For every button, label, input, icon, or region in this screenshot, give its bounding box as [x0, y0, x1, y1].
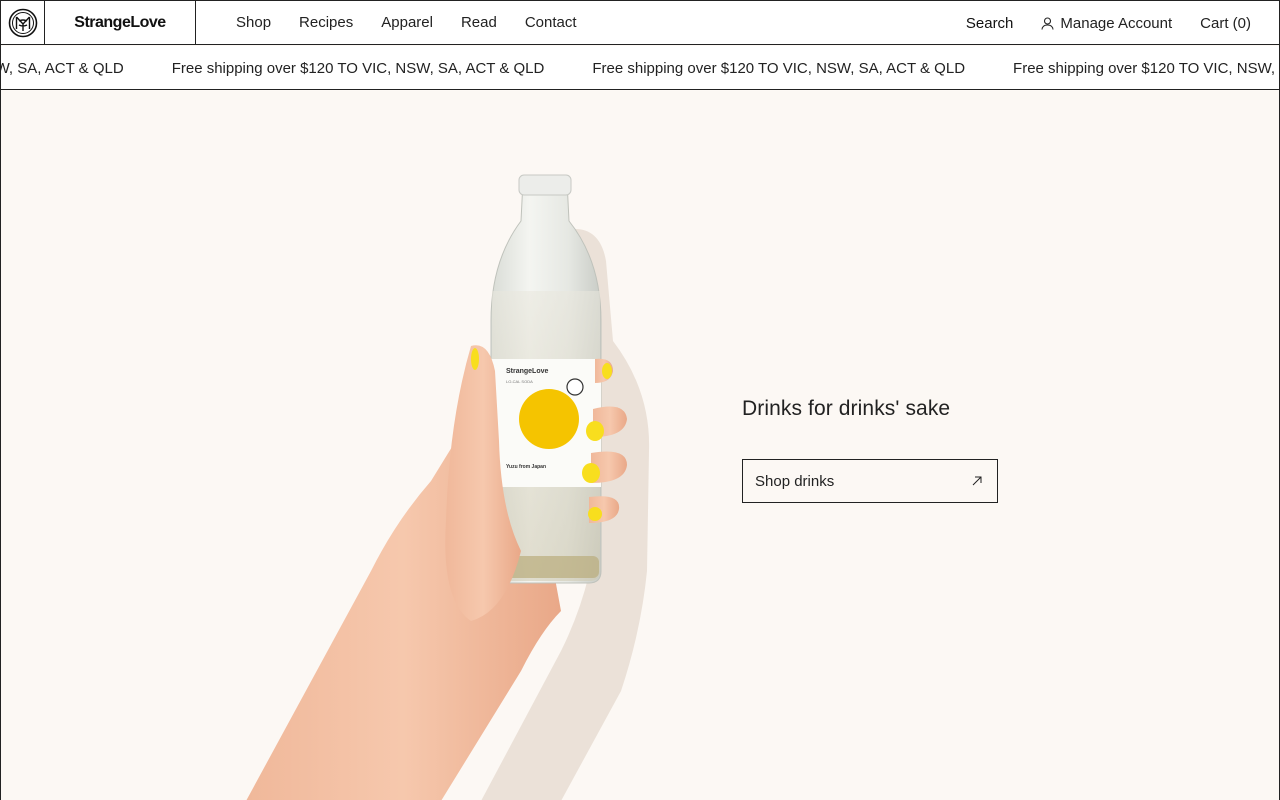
site-header: StrangeLove Shop Recipes Apparel Read Co…	[1, 1, 1279, 45]
user-icon	[1041, 16, 1054, 30]
search-link[interactable]: Search	[966, 15, 1014, 32]
page: StrangeLove Shop Recipes Apparel Read Co…	[0, 0, 1280, 800]
announcement-item: Free shipping over $120 TO VIC, NSW, SA,…	[1013, 59, 1279, 77]
bottle-label-flavour: Yuzu from Japan	[506, 464, 546, 470]
nav-item-shop[interactable]: Shop	[236, 14, 271, 31]
brand-wordmark[interactable]: StrangeLove	[45, 1, 196, 45]
sl-monogram-icon	[8, 8, 37, 37]
announcement-item: Free shipping over $120 TO VIC, NSW, SA,…	[171, 59, 545, 77]
bottle-label-brand: StrangeLove	[506, 368, 549, 375]
announcement-track: Free shipping over $120 TO VIC, NSW, SA,…	[1, 46, 1279, 89]
main-nav: Shop Recipes Apparel Read Contact	[236, 14, 577, 31]
manage-account-link[interactable]: Manage Account	[1041, 15, 1172, 32]
manage-account-label: Manage Account	[1060, 14, 1173, 32]
hero-image: StrangeLove LO-CAL SODA Yuzu from Japan	[246, 174, 650, 800]
cart-link[interactable]: Cart (0)	[1200, 15, 1251, 32]
hero-section: StrangeLove LO-CAL SODA Yuzu from Japan …	[1, 91, 1279, 800]
bottle-label-type: LO-CAL SODA	[506, 379, 533, 384]
shop-drinks-button[interactable]: Shop drinks	[742, 459, 998, 503]
announcement-item: Free shipping over $120 TO VIC, NSW, SA,…	[592, 59, 966, 77]
hero-copy: Drinks for drinks' sake Shop drinks	[742, 397, 998, 503]
nav-item-apparel[interactable]: Apparel	[381, 14, 433, 31]
announcement-item: Free shipping over $120 TO VIC, NSW, SA,…	[1, 59, 124, 77]
nav-item-read[interactable]: Read	[461, 14, 497, 31]
arrow-up-right-icon	[972, 476, 982, 486]
nav-item-recipes[interactable]: Recipes	[299, 14, 353, 31]
utility-nav: Search Manage Account Cart (0)	[966, 1, 1251, 45]
hero-heading: Drinks for drinks' sake	[742, 397, 951, 420]
logo-link[interactable]	[1, 1, 45, 45]
announcement-bar: Free shipping over $120 TO VIC, NSW, SA,…	[1, 46, 1279, 90]
nav-item-contact[interactable]: Contact	[525, 14, 577, 31]
shop-drinks-label: Shop drinks	[755, 472, 835, 490]
